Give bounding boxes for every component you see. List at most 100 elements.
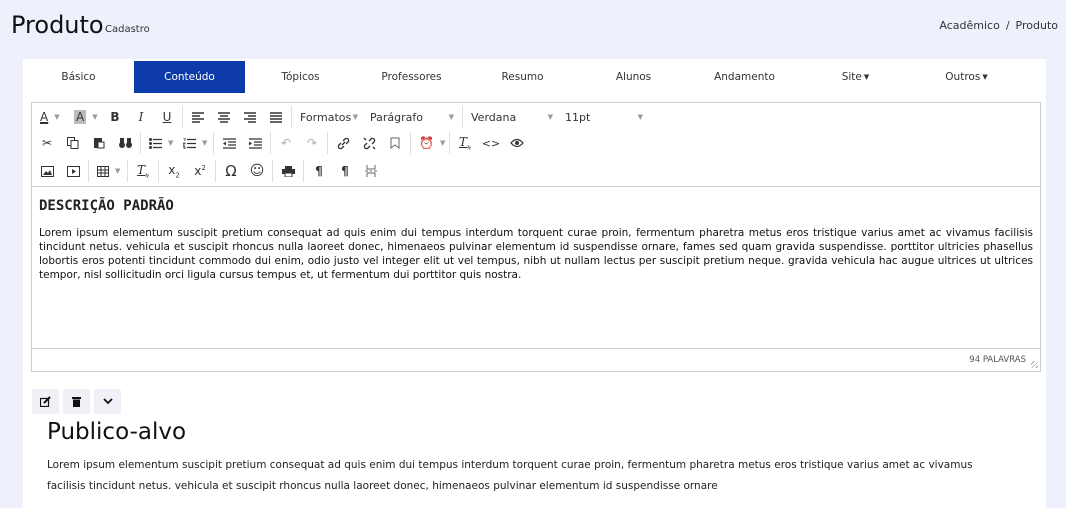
toolbar-separator [140, 132, 141, 154]
copy-icon [67, 137, 79, 149]
superscript-button[interactable]: x2 [187, 159, 213, 183]
toolbar-separator [182, 106, 183, 128]
numbered-list-icon [183, 137, 196, 149]
insert-media-button[interactable] [60, 159, 86, 183]
superscript-icon: x2 [194, 164, 206, 178]
toolbar-separator [213, 132, 214, 154]
tab-label: Site [841, 71, 862, 83]
source-code-button[interactable]: <> [478, 131, 504, 155]
cut-button[interactable]: ✂ [34, 131, 60, 155]
align-center-icon [218, 111, 230, 123]
align-right-icon [244, 111, 256, 123]
show-blocks-button[interactable]: ¶ [306, 159, 332, 183]
text-color-icon: A [40, 110, 49, 124]
outdent-button[interactable] [216, 131, 242, 155]
bullet-list-button[interactable]: ▼ [143, 131, 177, 155]
remove-format-icon: Tx [137, 162, 149, 180]
indent-button[interactable] [242, 131, 268, 155]
page-subtitle: Cadastro [105, 24, 150, 35]
align-center-button[interactable] [211, 105, 237, 129]
content-paragraph: Lorem ipsum elementum suscipit pretium c… [39, 227, 1033, 281]
unlink-icon [363, 137, 375, 149]
undo-button[interactable]: ↶ [273, 131, 299, 155]
chevron-down-icon [102, 398, 113, 405]
align-left-button[interactable] [185, 105, 211, 129]
subscript-button[interactable]: x2 [161, 159, 187, 183]
print-button[interactable] [275, 159, 301, 183]
page-break-button[interactable] [358, 159, 384, 183]
tab-conteudo[interactable]: Conteúdo [134, 61, 245, 93]
bookmark-icon [390, 137, 400, 149]
font-size-dropdown[interactable]: 11pt ▼ [559, 105, 649, 129]
toolbar-row-2: ✂ ▼ ▼ ↶ ↷ ⏰ ▼ Tx <> [34, 130, 530, 156]
insert-datetime-button[interactable]: ⏰ ▼ [413, 131, 447, 155]
toolbar-separator [291, 106, 292, 128]
tab-alunos[interactable]: Alunos [578, 61, 689, 93]
tab-outros[interactable]: Outros ▼ [911, 61, 1022, 93]
redo-button[interactable]: ↷ [299, 131, 325, 155]
tab-label: Alunos [615, 71, 652, 83]
font-family-dropdown[interactable]: Verdana ▼ [465, 105, 559, 129]
find-button[interactable] [112, 131, 138, 155]
tab-basico[interactable]: Básico [23, 61, 134, 93]
toolbar-separator [127, 160, 128, 182]
insert-link-button[interactable] [330, 131, 356, 155]
delete-button[interactable] [63, 389, 90, 414]
clear-formatting-button[interactable]: Tx [452, 131, 478, 155]
underline-button[interactable]: U [154, 105, 180, 129]
word-count: 94 PALAVRAS [969, 355, 1026, 365]
tab-site[interactable]: Site ▼ [800, 61, 911, 93]
tab-resumo[interactable]: Resumo [467, 61, 578, 93]
tab-topicos[interactable]: Tópicos [245, 61, 356, 93]
italic-button[interactable]: I [128, 105, 154, 129]
bold-button[interactable]: B [102, 105, 128, 129]
special-character-button[interactable]: Ω [218, 159, 244, 183]
chevron-down-icon: ▼ [352, 113, 358, 121]
align-justify-button[interactable] [263, 105, 289, 129]
toolbar-separator [462, 106, 463, 128]
tab-label: Conteúdo [164, 71, 215, 83]
align-right-button[interactable] [237, 105, 263, 129]
subscript-icon: x2 [168, 162, 180, 180]
expand-button[interactable] [94, 389, 121, 414]
edit-button[interactable] [32, 389, 59, 414]
section-body: Lorem ipsum elementum suscipit pretium c… [47, 459, 973, 492]
media-icon [66, 165, 80, 177]
resize-handle-icon[interactable] [1031, 361, 1038, 368]
editor-statusbar: 94 PALAVRAS [32, 348, 1040, 371]
underline-icon: U [162, 110, 172, 124]
editor-content-area[interactable]: DESCRIÇÃO PADRÃO Lorem ipsum elementum s… [32, 188, 1040, 348]
emoticons-button[interactable]: ☺ [244, 159, 270, 183]
visual-chars-button[interactable]: ¶ [332, 159, 358, 183]
formats-dropdown[interactable]: Formatos ▼ [294, 105, 364, 129]
anchor-button[interactable] [382, 131, 408, 155]
toolbar-separator [215, 160, 216, 182]
toolbar-row-3: ▼ Tx x2 x2 Ω ☺ ¶ ¶ [34, 158, 384, 184]
chevron-down-icon: ▼ [547, 113, 553, 121]
clock-icon: ⏰ [419, 136, 434, 150]
binoculars-icon [118, 138, 132, 148]
copy-button[interactable] [60, 131, 86, 155]
background-color-button[interactable]: A ▼ [68, 105, 102, 129]
insert-image-button[interactable] [34, 159, 60, 183]
chevron-down-icon: ▼ [202, 139, 208, 147]
tab-label: Básico [61, 71, 96, 83]
remove-format-button[interactable]: Tx [130, 159, 156, 183]
tab-professores[interactable]: Professores [356, 61, 467, 93]
chevron-down-icon: ▼ [115, 167, 121, 175]
remove-link-button[interactable] [356, 131, 382, 155]
breadcrumb-separator: / [1005, 19, 1010, 32]
undo-icon: ↶ [280, 136, 292, 150]
text-color-button[interactable]: A ▼ [34, 105, 68, 129]
clear-formatting-icon: Tx [459, 134, 471, 152]
numbered-list-button[interactable]: ▼ [177, 131, 211, 155]
preview-button[interactable] [504, 131, 530, 155]
paste-button[interactable] [86, 131, 112, 155]
outdent-icon [222, 137, 236, 149]
toolbar-separator [410, 132, 411, 154]
block-format-dropdown[interactable]: Parágrafo ▼ [364, 105, 460, 129]
toolbar-separator [272, 160, 273, 182]
tab-andamento[interactable]: Andamento [689, 61, 800, 93]
breadcrumb-item-academico[interactable]: Acadêmico [939, 19, 999, 32]
insert-table-button[interactable]: ▼ [91, 159, 125, 183]
